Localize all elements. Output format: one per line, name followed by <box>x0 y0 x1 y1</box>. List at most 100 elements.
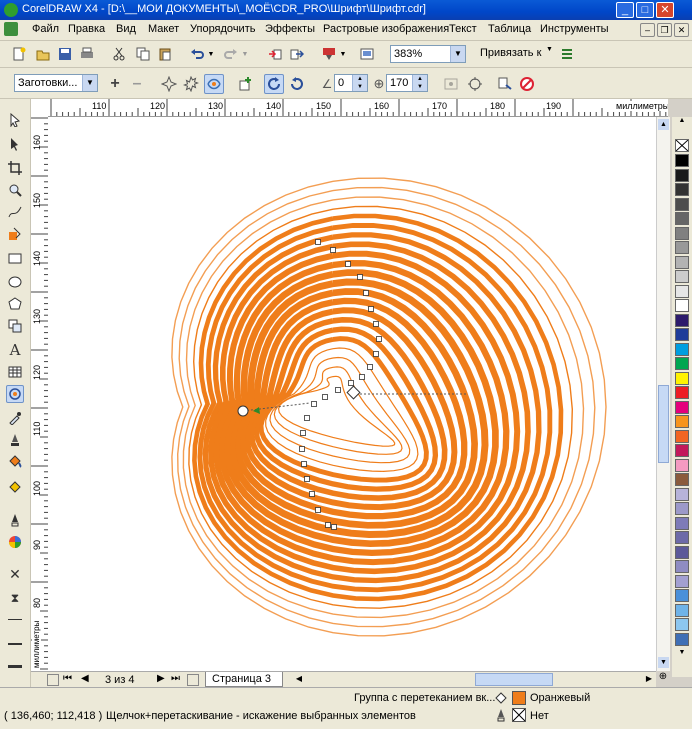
palette-swatch[interactable] <box>675 241 689 254</box>
print-icon[interactable] <box>78 45 96 63</box>
crop-tool-icon[interactable] <box>6 159 24 177</box>
palette-swatch[interactable] <box>675 531 689 544</box>
palette-swatch[interactable] <box>675 458 689 472</box>
distort-center-handle[interactable] <box>346 385 361 400</box>
complete-rotations-field[interactable]: 0 ▲ ▼ <box>334 74 368 92</box>
snap-to-dropdown-icon[interactable]: ▼ <box>546 46 553 53</box>
node-handle[interactable] <box>309 491 315 497</box>
interactive-distort-tool-icon[interactable] <box>6 385 24 403</box>
outline-tool-icon[interactable] <box>6 431 24 449</box>
degrees-spinner-icon[interactable]: ▲ ▼ <box>412 75 427 91</box>
palette-swatch[interactable] <box>675 415 689 428</box>
node-handle[interactable] <box>322 394 328 400</box>
rectangle-tool-icon[interactable] <box>6 249 24 267</box>
zipper-distortion-icon[interactable] <box>182 75 200 93</box>
outline-thin-icon[interactable] <box>8 619 22 620</box>
zoom-level-field[interactable]: 383% ▼ <box>390 45 466 63</box>
counterclockwise-rotation-icon[interactable] <box>288 75 306 93</box>
node-handle[interactable] <box>304 415 310 421</box>
palette-swatch[interactable] <box>675 197 689 211</box>
node-handle[interactable] <box>325 522 331 528</box>
new-document-icon[interactable] <box>10 45 28 63</box>
table-tool-icon[interactable] <box>6 363 24 381</box>
undo-dropdown-icon[interactable]: ▼ <box>206 45 216 63</box>
redo-dropdown-icon[interactable]: ▼ <box>240 45 250 63</box>
palette-swatch[interactable] <box>675 357 689 370</box>
distort-start-handle[interactable] <box>237 405 249 417</box>
palette-swatch[interactable] <box>675 473 689 486</box>
export-icon[interactable] <box>288 45 306 63</box>
palette-swatch[interactable] <box>675 386 689 399</box>
node-handle[interactable] <box>376 336 382 342</box>
welcome-screen-icon[interactable] <box>358 45 376 63</box>
menu-tools[interactable]: Инструменты <box>540 23 609 35</box>
interactive-fill-tool-icon[interactable] <box>6 477 24 495</box>
maximize-button[interactable]: □ <box>636 2 654 18</box>
shape-tool-icon[interactable] <box>6 135 24 153</box>
document-icon[interactable] <box>4 22 18 36</box>
polygon-tool-icon[interactable] <box>6 295 24 313</box>
paste-icon[interactable] <box>156 45 174 63</box>
freehand-tool-icon[interactable] <box>6 203 24 221</box>
push-pull-distortion-icon[interactable] <box>160 75 178 93</box>
node-handle[interactable] <box>367 364 373 370</box>
outline-thick-icon[interactable] <box>8 665 22 668</box>
outline-medium-icon[interactable] <box>8 643 22 645</box>
import-icon[interactable] <box>266 45 284 63</box>
redo-icon[interactable] <box>222 45 240 63</box>
palette-swatch[interactable] <box>675 545 689 559</box>
node-handle[interactable] <box>368 306 374 312</box>
palette-swatch[interactable] <box>675 603 689 617</box>
palette-swatch[interactable] <box>675 299 689 312</box>
palette-swatch[interactable] <box>675 371 689 385</box>
palette-swatch[interactable] <box>675 212 689 225</box>
node-handle[interactable] <box>359 374 365 380</box>
palette-swatch[interactable] <box>675 313 689 327</box>
menu-table[interactable]: Таблица <box>488 23 531 35</box>
horizontal-ruler[interactable]: 110 120 130 140 150 160 170 180 190 милл… <box>48 99 668 117</box>
node-handle[interactable] <box>348 380 354 386</box>
node-handle[interactable] <box>357 274 363 280</box>
node-handle[interactable] <box>304 476 310 482</box>
last-page-icon[interactable]: ⏭ <box>171 673 180 684</box>
zoom-tool-icon[interactable] <box>6 181 24 199</box>
palette-swatch[interactable] <box>675 154 689 167</box>
application-launcher-icon[interactable] <box>320 45 338 63</box>
drawing-canvas[interactable] <box>48 117 656 671</box>
tab-page-3[interactable]: Страница 3 <box>205 672 283 687</box>
no-color-swatch[interactable] <box>675 139 689 152</box>
node-handle[interactable] <box>373 351 379 357</box>
next-page-icon[interactable]: ▶ <box>157 673 165 684</box>
palette-swatch[interactable] <box>675 589 689 602</box>
text-tool-icon[interactable]: A <box>6 341 24 359</box>
doc-restore-button[interactable]: ❐ <box>657 23 672 37</box>
snap-to-label[interactable]: Привязать к <box>480 47 541 59</box>
convert-to-curves-icon[interactable] <box>466 75 484 93</box>
previous-page-icon[interactable]: ◀ <box>81 673 89 684</box>
vertical-ruler[interactable]: 160 150 140 130 120 110 100 90 80 миллим… <box>31 116 49 671</box>
node-handle[interactable] <box>311 401 317 407</box>
node-handle[interactable] <box>373 321 379 327</box>
save-icon[interactable] <box>56 45 74 63</box>
node-handle[interactable] <box>330 247 336 253</box>
first-page-icon[interactable]: ⏮ <box>63 673 72 684</box>
node-handle[interactable] <box>363 290 369 296</box>
hairline-outline-icon[interactable]: ⧗ <box>6 589 24 607</box>
smart-fill-tool-icon[interactable] <box>6 225 24 243</box>
node-handle[interactable] <box>345 261 351 267</box>
palette-swatch[interactable] <box>675 560 689 573</box>
add-page-first-icon[interactable] <box>47 674 59 686</box>
palette-swatch[interactable] <box>675 168 689 182</box>
palette-swatch[interactable] <box>675 400 689 414</box>
palette-scroll-up-icon[interactable]: ▲ <box>676 117 688 125</box>
presets-dropdown[interactable]: Заготовки... ▼ <box>14 74 98 92</box>
ellipse-tool-icon[interactable] <box>6 273 24 291</box>
pick-tool-icon[interactable] <box>6 111 24 129</box>
menu-arrange[interactable]: Упорядочить <box>190 23 255 35</box>
palette-swatch[interactable] <box>675 342 689 356</box>
palette-swatch[interactable] <box>675 183 689 196</box>
menu-file[interactable]: Файл <box>32 23 59 35</box>
additional-degrees-field[interactable]: 170 ▲ ▼ <box>386 74 428 92</box>
coreldraw-app-icon[interactable] <box>4 3 18 17</box>
palette-swatch[interactable] <box>675 516 689 530</box>
